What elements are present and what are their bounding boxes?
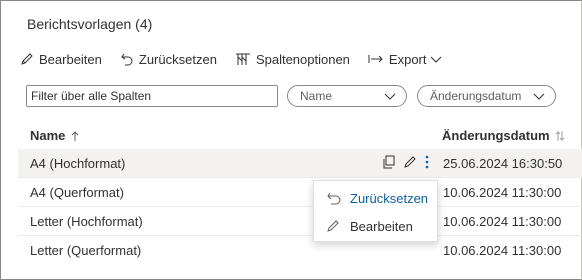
context-menu-reset[interactable]: Zurücksetzen [314, 184, 437, 212]
edit-button[interactable]: Bearbeiten [20, 52, 102, 67]
name-dropdown[interactable]: Name [287, 85, 407, 107]
column-options-button[interactable]: Spaltenoptionen [235, 52, 350, 67]
chevron-down-icon [430, 56, 441, 63]
pencil-icon [21, 53, 33, 65]
row-actions [382, 155, 437, 169]
more-vertical-icon[interactable] [424, 155, 430, 169]
table-row[interactable]: A4 (Hochformat) 25.06.2024 16:30:50 [18, 149, 582, 178]
undo-icon [121, 53, 133, 66]
table-header: Name Änderungsdatum [18, 121, 582, 149]
sort-both-icon [555, 130, 564, 141]
export-button-label: Export [388, 51, 427, 67]
column-header-name-label: Name [30, 128, 66, 143]
column-options-icon [235, 53, 250, 65]
column-options-label: Spaltenoptionen [255, 51, 350, 67]
export-button[interactable]: Export [368, 52, 442, 67]
page-title: Berichtsvorlagen (4) [27, 16, 153, 32]
export-arrow-icon [368, 55, 383, 63]
date-dropdown[interactable]: Änderungsdatum [417, 85, 556, 107]
column-header-date[interactable]: Änderungsdatum [442, 128, 566, 143]
table-row[interactable]: Letter (Hochformat) 10.06.2024 11:30:00 [18, 207, 582, 236]
edit-button-label: Bearbeiten [39, 51, 102, 67]
sort-up-icon [72, 130, 79, 141]
search-placeholder: Filter über alle Spalten [31, 89, 152, 103]
column-header-name[interactable]: Name [30, 128, 80, 143]
context-menu-reset-label: Zurücksetzen [350, 190, 429, 206]
row-name: Letter (Hochformat) [30, 214, 143, 229]
undo-icon [327, 192, 341, 205]
name-dropdown-label: Name [300, 89, 333, 103]
reset-button-label: Zurücksetzen [138, 51, 217, 67]
date-dropdown-label: Änderungsdatum [430, 89, 522, 103]
copy-icon[interactable] [382, 155, 396, 169]
chevron-down-icon [533, 93, 545, 100]
row-name: A4 (Querformat) [30, 185, 124, 200]
chevron-down-icon [384, 93, 396, 100]
row-date: 10.06.2024 11:30:00 [443, 185, 562, 200]
table-row[interactable]: A4 (Querformat) 10.06.2024 11:30:00 [18, 178, 582, 207]
reset-button[interactable]: Zurücksetzen [120, 52, 217, 67]
search-input[interactable]: Filter über alle Spalten [26, 85, 278, 107]
pencil-icon[interactable] [403, 155, 417, 169]
toolbar: Bearbeiten Zurücksetzen Spaltenoptionen … [20, 48, 460, 70]
row-date: 25.06.2024 16:30:50 [443, 156, 563, 171]
context-menu-edit-label: Bearbeiten [350, 218, 413, 234]
pencil-icon [327, 220, 339, 232]
context-menu-edit[interactable]: Bearbeiten [314, 212, 437, 240]
table-row[interactable]: Letter (Querformat) 10.06.2024 11:30:00 [18, 236, 582, 265]
context-menu: Zurücksetzen Bearbeiten [313, 180, 438, 242]
row-date: 10.06.2024 11:30:00 [443, 243, 562, 258]
row-date: 10.06.2024 11:30:00 [443, 214, 562, 229]
row-name: A4 (Hochformat) [30, 156, 126, 171]
row-name: Letter (Querformat) [30, 243, 142, 258]
column-header-date-label: Änderungsdatum [442, 128, 550, 143]
